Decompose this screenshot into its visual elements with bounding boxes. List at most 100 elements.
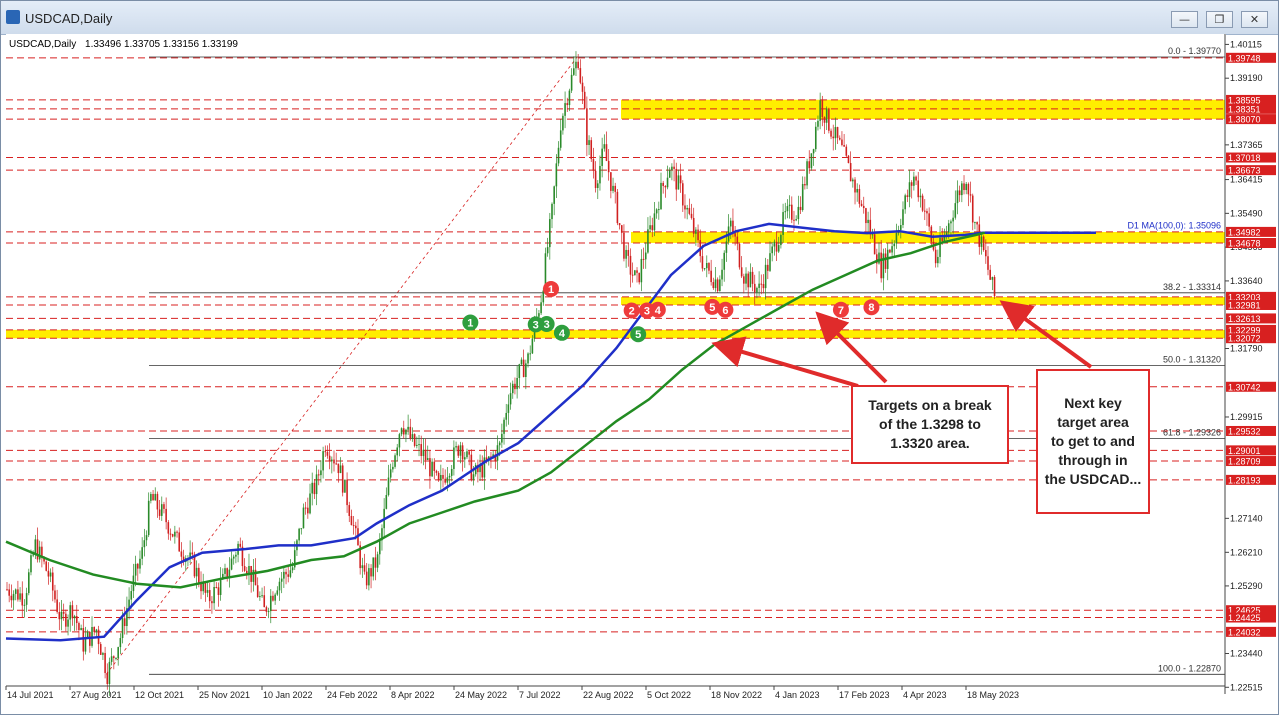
candle-body	[202, 582, 204, 592]
candle-body	[272, 595, 274, 601]
minimize-button[interactable]: —	[1171, 11, 1198, 28]
marker-number: 4	[559, 328, 566, 340]
candle-body	[171, 534, 174, 537]
candle-body	[583, 91, 586, 109]
candle-body	[113, 656, 115, 659]
candle-body	[812, 149, 815, 154]
candle-body	[941, 237, 944, 242]
candle-body	[795, 219, 797, 221]
candle-body	[928, 213, 930, 227]
candle-body	[285, 571, 287, 575]
candle-body	[23, 604, 26, 606]
candle-body	[110, 656, 113, 662]
candle-body	[95, 629, 98, 632]
candle-body	[736, 236, 739, 244]
level-label: 1.29532	[1228, 426, 1261, 436]
candle-body	[527, 353, 529, 364]
candle-body	[326, 452, 329, 456]
candle-body	[147, 500, 150, 536]
candle-body	[180, 551, 183, 557]
candle-body	[684, 205, 686, 210]
level-label: 1.24425	[1228, 613, 1261, 623]
candle-body	[350, 515, 353, 526]
candle-body	[520, 359, 523, 365]
fib-label: 0.0 - 1.39770	[1168, 46, 1221, 56]
marker-number: 5	[709, 302, 715, 314]
candle-body	[976, 222, 978, 225]
candle-body	[280, 578, 283, 582]
candle-body	[511, 383, 514, 394]
candle-body	[627, 249, 630, 256]
candle-body	[856, 188, 858, 193]
candle-body	[224, 568, 226, 574]
candle-body	[607, 160, 610, 173]
candle-body	[910, 182, 913, 186]
candle-body	[19, 593, 21, 600]
candle-body	[854, 179, 856, 193]
y-tick-label: 1.35490	[1230, 208, 1263, 218]
candle-body	[716, 279, 719, 291]
y-tick-label: 1.22515	[1230, 682, 1263, 692]
candle-body	[636, 270, 638, 273]
candle-body	[965, 183, 967, 191]
candle-body	[620, 225, 623, 233]
y-tick-label: 1.37365	[1230, 140, 1263, 150]
candle-body	[455, 446, 457, 448]
candle-body	[509, 393, 512, 405]
candle-body	[322, 451, 324, 471]
candle-body	[631, 274, 634, 276]
annotation-next-target: Next key target area to get to and throu…	[1036, 369, 1150, 514]
candle-body	[93, 627, 95, 632]
candle-body	[562, 115, 564, 131]
candle-body	[675, 168, 678, 190]
candle-body	[498, 442, 501, 446]
candle-body	[394, 455, 396, 467]
candle-body	[801, 183, 804, 211]
candle-body	[791, 204, 793, 220]
close-button[interactable]: ✕	[1241, 11, 1268, 28]
candle-body	[6, 589, 8, 591]
candle-body	[464, 457, 466, 460]
candle-body	[967, 183, 970, 195]
candle-body	[686, 207, 688, 210]
header-symbol: USDCAD,Daily	[9, 39, 76, 50]
y-tick-label: 1.26210	[1230, 547, 1263, 557]
candle-body	[154, 493, 157, 501]
candle-body	[348, 505, 351, 516]
candle-body	[847, 155, 850, 164]
candle-body	[459, 445, 462, 456]
candle-body	[714, 279, 717, 289]
candle-body	[418, 444, 420, 446]
candle-body	[612, 185, 614, 191]
target-zone	[621, 99, 1225, 120]
candle-body	[437, 472, 440, 481]
candle-body	[387, 477, 390, 496]
candle-body	[226, 568, 228, 578]
red-marker-6: 6	[717, 301, 734, 318]
candle-body	[287, 574, 290, 577]
candle-body	[592, 159, 595, 171]
candle-body	[808, 161, 811, 169]
candle-body	[30, 555, 32, 573]
marker-number: 1	[467, 318, 473, 330]
candle-body	[243, 566, 246, 571]
fib-label: 100.0 - 1.22870	[1158, 663, 1221, 673]
candle-body	[917, 180, 920, 198]
candle-body	[830, 130, 832, 137]
candle-body	[472, 474, 475, 480]
candle-body	[721, 269, 723, 280]
candle-body	[710, 270, 712, 283]
chart-app-icon	[6, 10, 20, 24]
candle-body	[952, 217, 954, 222]
title-bar[interactable]: USDCAD,Daily — ❐ ✕	[1, 1, 1278, 35]
candle-body	[743, 276, 745, 284]
candle-body	[821, 100, 824, 118]
candle-body	[649, 225, 651, 230]
level-label: 1.36673	[1228, 166, 1261, 176]
candle-body	[862, 205, 865, 209]
x-tick-label: 12 Oct 2021	[135, 690, 184, 700]
candle-body	[725, 241, 728, 253]
candle-body	[324, 451, 327, 453]
restore-button[interactable]: ❐	[1206, 11, 1233, 28]
level-label: 1.34678	[1228, 239, 1261, 249]
